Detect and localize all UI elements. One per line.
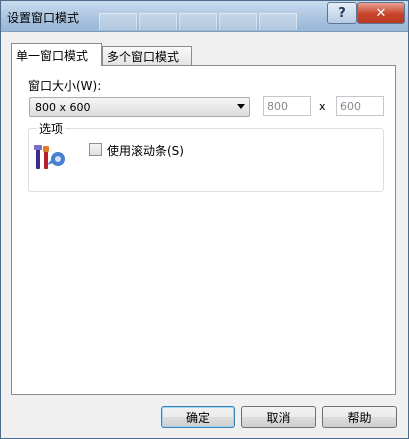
tab-multi-window[interactable]: 多个窗口模式 (102, 46, 192, 65)
tab-single-window[interactable]: 单一窗口模式 (11, 43, 102, 66)
size-separator: x (319, 100, 326, 113)
tools-options-icon (34, 145, 65, 169)
tab-panel: 窗口大小(W): 800 x 600 800 x 600 选项 使用滚动条(S) (11, 65, 396, 395)
background-tab (179, 13, 217, 30)
ok-button[interactable]: 确定 (161, 406, 235, 428)
dialog-window: 设置窗口模式 ? ✕ 单一窗口模式 多个窗口模式 窗口大小(W): 800 x … (0, 0, 409, 439)
window-size-select[interactable]: 800 x 600 (29, 97, 250, 117)
dropdown-arrow-icon[interactable] (237, 104, 245, 109)
cancel-button[interactable]: 取消 (241, 406, 316, 428)
window-size-value: 800 x 600 (35, 100, 91, 114)
background-tab (139, 13, 177, 30)
title-bar[interactable]: 设置窗口模式 ? ✕ (1, 1, 408, 32)
close-button[interactable]: ✕ (357, 2, 405, 24)
window-title: 设置窗口模式 (7, 11, 80, 25)
background-tab (259, 13, 297, 30)
scrollbar-checkbox[interactable] (89, 143, 102, 156)
height-field[interactable]: 600 (336, 96, 384, 116)
background-tab (99, 13, 137, 30)
options-group-label: 选项 (37, 120, 66, 137)
width-field[interactable]: 800 (263, 96, 311, 116)
scrollbar-checkbox-label[interactable]: 使用滚动条(S) (107, 142, 184, 159)
options-group: 选项 使用滚动条(S) (28, 120, 384, 192)
background-tab (219, 13, 257, 30)
window-size-label: 窗口大小(W): (28, 79, 102, 93)
help-button[interactable]: 帮助 (322, 406, 397, 428)
help-title-button[interactable]: ? (327, 2, 357, 24)
